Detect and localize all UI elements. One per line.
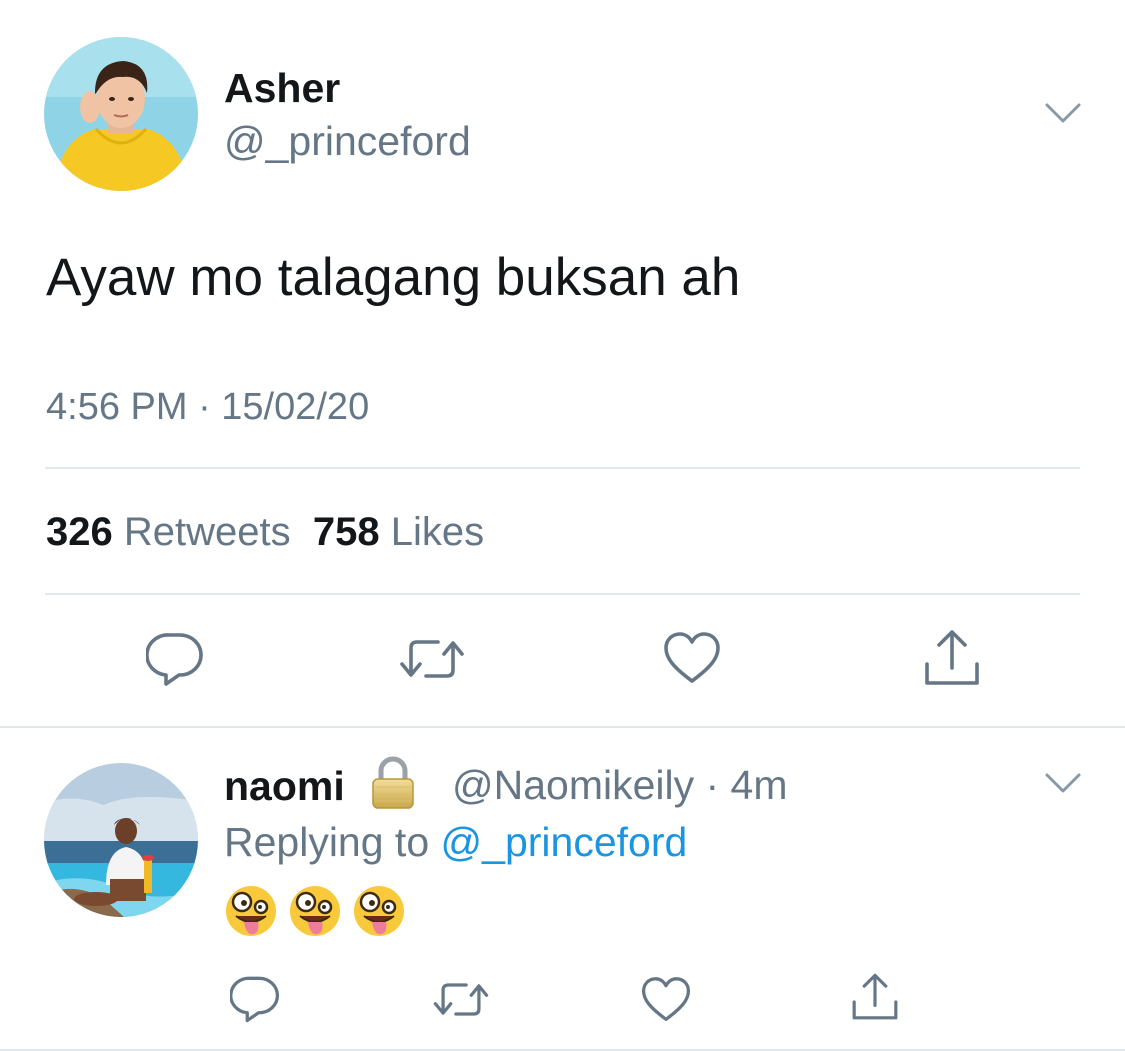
- zany-face-emoji: [354, 886, 404, 936]
- author-avatar[interactable]: [44, 37, 198, 191]
- tweet-stats: 326 Retweets 758 Likes: [46, 508, 484, 556]
- divider: [45, 467, 1080, 469]
- like-stat[interactable]: 758 Likes: [313, 510, 484, 554]
- retweet-stat[interactable]: 326 Retweets: [46, 510, 291, 554]
- tweet-text: Ayaw mo talagang buksan ah: [46, 248, 741, 307]
- reply-avatar[interactable]: [44, 763, 198, 917]
- like-icon[interactable]: [663, 631, 721, 685]
- reply-icon[interactable]: [146, 630, 204, 688]
- reply-author-name[interactable]: naomi: [224, 762, 345, 810]
- replying-to: Replying to @_princeford: [224, 817, 687, 867]
- retweet-label: Retweets: [123, 510, 291, 554]
- like-count: 758: [312, 510, 380, 554]
- like-icon[interactable]: [641, 976, 691, 1023]
- retweet-icon[interactable]: [398, 634, 466, 684]
- lock-icon: [370, 756, 416, 810]
- retweet-icon[interactable]: [432, 978, 490, 1021]
- chevron-down-icon[interactable]: [1045, 772, 1081, 794]
- zany-face-emoji: [290, 886, 340, 936]
- reply-handle-time[interactable]: @Naomikeily · 4m: [452, 760, 788, 810]
- author-handle[interactable]: @_princeford: [224, 116, 471, 166]
- divider: [0, 726, 1125, 728]
- reply-text: [224, 884, 406, 940]
- divider: [45, 593, 1080, 595]
- share-icon[interactable]: [850, 972, 900, 1022]
- share-icon[interactable]: [922, 628, 982, 688]
- like-label: Likes: [390, 510, 485, 554]
- replying-to-label: Replying to: [224, 819, 430, 865]
- replying-to-mention[interactable]: @_princeford: [441, 819, 688, 865]
- tweet-timestamp[interactable]: 4:56 PM · 15/02/20: [46, 384, 369, 430]
- author-name[interactable]: Asher: [224, 64, 340, 112]
- retweet-count: 326: [46, 510, 113, 554]
- zany-face-emoji: [226, 886, 276, 936]
- reply-icon[interactable]: [230, 974, 280, 1024]
- chevron-down-icon[interactable]: [1045, 102, 1081, 124]
